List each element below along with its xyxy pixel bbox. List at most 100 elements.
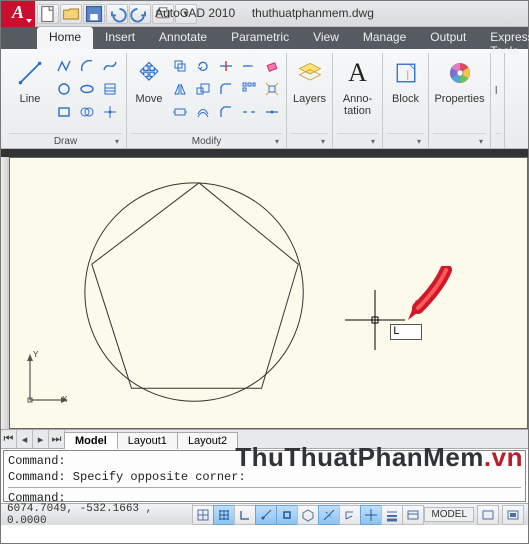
layout-nav-prev[interactable]: ◂ [17,430,33,448]
command-window[interactable]: Command: Command: Specify opposite corne… [3,450,526,502]
stretch-icon[interactable] [169,101,191,123]
array-icon[interactable] [238,78,260,100]
annotation-button[interactable]: A Anno- tation [337,55,378,119]
panel-block: Block ▾ [383,53,429,148]
qat-redo-icon[interactable] [129,4,151,24]
arc-icon[interactable] [76,55,98,77]
layout-nav-last[interactable]: ⏭ [49,430,65,448]
circle-icon[interactable] [53,78,75,100]
annotation-label: Anno- tation [343,93,372,117]
status-tray-icon[interactable] [502,505,524,525]
quick-access-toolbar: ▾ [37,4,197,24]
region-icon[interactable] [76,101,98,123]
rotate-icon[interactable] [192,55,214,77]
erase-icon[interactable] [261,55,283,77]
block-button[interactable]: Block [387,55,424,107]
osnap3d-toggle[interactable] [297,505,319,525]
layout-tab-layout1[interactable]: Layout1 [117,432,178,449]
explode-icon[interactable] [261,78,283,100]
copy-icon[interactable] [169,55,191,77]
command-prompt-line[interactable]: Command: [8,487,521,506]
status-tray-icon[interactable] [477,505,499,525]
model-space-button[interactable]: MODEL [424,507,474,522]
qat-dropdown-icon[interactable]: ▾ [175,4,197,24]
drawing-area-wrap: Y X [1,149,528,429]
rectangle-icon[interactable] [53,101,75,123]
panel-modify-title[interactable]: Modify▾ [131,133,282,148]
extend-icon[interactable] [238,55,260,77]
title-bar: A ▾ AutoCAD 2010 thuthuatphanmem.dwg [1,1,528,27]
layout-tab-model[interactable]: Model [64,432,118,449]
offset-icon[interactable] [192,101,214,123]
qat-new-icon[interactable] [37,4,59,24]
snap-toggle[interactable] [192,505,214,525]
panel-utilities: l [491,53,505,148]
dyn-toggle[interactable] [360,505,382,525]
hatch-icon[interactable] [99,78,121,100]
layout-nav-next[interactable]: ▸ [33,430,49,448]
command-history-line: Command: Specify opposite corner: [8,469,521,485]
osnap-toggle[interactable] [276,505,298,525]
drawing-canvas[interactable]: Y X [9,157,528,429]
ortho-toggle[interactable] [234,505,256,525]
scale-icon[interactable] [192,78,214,100]
mirror-icon[interactable] [169,78,191,100]
fillet-icon[interactable] [215,78,237,100]
tab-manage[interactable]: Manage [351,27,418,49]
qat-undo-icon[interactable] [106,4,128,24]
qp-toggle[interactable] [402,505,424,525]
ducs-toggle[interactable] [339,505,361,525]
qat-save-icon[interactable] [83,4,105,24]
coordinates-readout[interactable]: 6074.7049, -532.1663 , 0.0000 [1,504,193,525]
panel-modify: Move Modify▾ [127,53,287,148]
lineweight-toggle[interactable] [381,505,403,525]
point-icon[interactable] [99,101,121,123]
move-button[interactable]: Move [131,55,167,107]
tab-annotate[interactable]: Annotate [147,27,219,49]
panel-layers: Layers ▾ [287,53,333,148]
move-label: Move [136,93,163,105]
layout-tab-bar: ⏮ ◂ ▸ ⏭ Model Layout1 Layout2 [1,429,528,449]
tab-parametric[interactable]: Parametric [219,27,301,49]
break-icon[interactable] [238,101,260,123]
layout-tab-layout2[interactable]: Layout2 [177,432,238,449]
command-history-line: Command: [8,453,521,469]
layout-nav-first[interactable]: ⏮ [1,430,17,448]
ellipse-icon[interactable] [76,78,98,100]
qat-plot-icon[interactable] [152,4,174,24]
grid-toggle[interactable] [213,505,235,525]
tab-view[interactable]: View [301,27,351,49]
tab-express[interactable]: Express Tools [478,27,529,49]
vertical-scrollbar[interactable] [1,157,9,429]
qat-open-icon[interactable] [60,4,82,24]
block-label: Block [392,93,419,105]
tab-home[interactable]: Home [37,27,93,49]
polar-toggle[interactable] [255,505,277,525]
ribbon-tab-strip: Home Insert Annotate Parametric View Man… [1,27,528,49]
panel-draw-title[interactable]: Draw▾ [9,133,122,148]
chamfer-icon[interactable] [215,101,237,123]
line-button[interactable]: Line [9,55,51,107]
properties-button[interactable]: Properties [432,55,486,107]
join-icon[interactable] [261,101,283,123]
app-logo-letter: A [12,2,24,23]
panel-properties: Properties ▾ [429,53,491,148]
line-label: Line [20,93,41,105]
text-icon: A [342,57,374,89]
tab-output[interactable]: Output [418,27,478,49]
layers-icon [294,57,326,89]
panel-annotation: A Anno- tation ▾ [333,53,383,148]
polyline-icon[interactable] [53,55,75,77]
layers-label: Layers [293,93,326,105]
dynamic-input[interactable] [390,324,422,340]
block-icon [390,57,422,89]
application-menu-button[interactable]: A [1,1,35,27]
move-icon [133,57,165,89]
line-icon [14,57,46,89]
otrack-toggle[interactable] [318,505,340,525]
tab-insert[interactable]: Insert [93,27,147,49]
spline-icon[interactable] [99,55,121,77]
trim-icon[interactable] [215,55,237,77]
layers-button[interactable]: Layers [291,55,328,107]
panel-draw: Line Draw▾ [5,53,127,148]
